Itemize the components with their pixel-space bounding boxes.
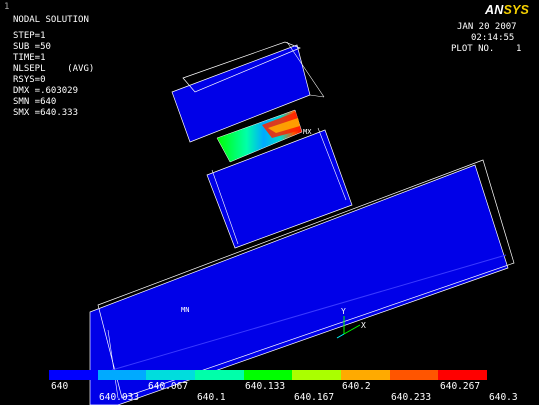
legend-label-upper: 640.067 [148, 381, 189, 392]
triad-x-axis [343, 324, 361, 335]
info-line: SUB =50 [13, 42, 51, 52]
axis-y-label: Y [341, 307, 346, 316]
info-line: SMN =640 [13, 97, 57, 107]
legend-label-lower: 640.033 [99, 392, 140, 403]
legend-swatch [292, 370, 342, 380]
legend-swatch [49, 370, 98, 380]
legend-label-lower: 640.3 [489, 392, 518, 403]
legend-label-lower: 640.167 [294, 392, 335, 403]
legend-label-lower: 640.1 [197, 392, 226, 403]
info-line: RSYS=0 [13, 75, 46, 85]
legend-swatch [146, 370, 196, 380]
info-line: STEP=1 [13, 31, 46, 41]
window-number: 1 [4, 2, 10, 12]
triad-z-axis [336, 333, 345, 339]
contour-legend-bar [49, 370, 488, 380]
ansys-logo: ANSYS [485, 3, 530, 17]
info-line: DMX =.603029 [13, 86, 79, 96]
plot-number: PLOT NO. 1 [451, 44, 522, 54]
fea-model-view [89, 41, 515, 405]
legend-swatch [341, 370, 390, 380]
legend-swatch [97, 370, 147, 380]
legend-swatch [438, 370, 488, 380]
plot-time: 02:14:55 [471, 33, 515, 43]
max-marker-label: MX [303, 128, 312, 136]
info-line: NLSEPL (AVG) [13, 64, 95, 74]
legend-swatch [389, 370, 439, 380]
legend-label-upper: 640.133 [245, 381, 286, 392]
info-line: TIME=1 [13, 53, 46, 63]
legend-label-upper: 640.2 [342, 381, 371, 392]
min-marker-label: MN [181, 306, 190, 314]
legend-label-upper: 640.267 [440, 381, 481, 392]
info-line: SMX =640.333 [13, 108, 79, 118]
info-title: NODAL SOLUTION [13, 15, 89, 25]
legend-label-upper: 640 [51, 381, 69, 392]
axis-x-label: X [361, 321, 366, 330]
legend-swatch [243, 370, 293, 380]
legend-swatch [195, 370, 244, 380]
legend-label-lower: 640.233 [391, 392, 432, 403]
plot-date: JAN 20 2007 [457, 22, 517, 32]
